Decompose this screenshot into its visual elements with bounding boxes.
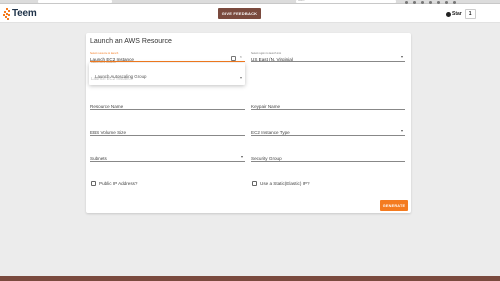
checkbox-icon[interactable] (91, 181, 96, 186)
github-star-label: Star (452, 11, 462, 17)
browser-search-box[interactable]: Search (296, 0, 396, 3)
generate-button[interactable]: GENERATE (380, 200, 408, 211)
resource-name-input[interactable]: Resource Name (90, 101, 245, 110)
static-ip-checkbox[interactable]: Use a Static(Elastic) IP? (252, 181, 310, 186)
logo-mark-icon (3, 7, 11, 20)
dropdown-option-autoscaling[interactable]: Launch Autoscaling Group (95, 74, 147, 79)
region-select[interactable]: Select region to launch into US East (N.… (251, 52, 405, 62)
github-star-widget: Star 1 (446, 9, 476, 19)
ec2-instance-type-select[interactable]: EC2 Instance Type (251, 127, 405, 136)
page-footer (0, 276, 500, 281)
page-title: Launch an AWS Resource (90, 38, 172, 45)
github-icon (446, 11, 451, 17)
resource-select-label: Select resource to launch (90, 52, 119, 55)
subnets-select[interactable]: Subnets (90, 153, 245, 162)
give-feedback-button[interactable]: GIVE FEEDBACK (218, 8, 261, 19)
app-header: Teem GIVE FEEDBACK Star 1 (0, 4, 500, 23)
url-bar[interactable] (38, 0, 112, 3)
resource-select[interactable]: Select resource to launch Launch EC2 Ins… (90, 52, 245, 64)
resource-dropdown-menu: Launch EC2 Instance Launch Autoscaling G… (89, 63, 245, 85)
chevron-down-icon (240, 77, 242, 79)
region-select-label: Select region to launch into (251, 52, 282, 55)
chevron-down-icon (401, 130, 403, 132)
github-star-count[interactable]: 1 (464, 9, 476, 19)
security-group-input[interactable]: Security Group (251, 153, 405, 162)
teem-logo[interactable]: Teem (3, 7, 37, 20)
chevron-down-icon (401, 56, 403, 58)
static-ip-label: Use a Static(Elastic) IP? (260, 181, 310, 186)
public-ip-checkbox[interactable]: Public IP Address? (91, 181, 137, 186)
chevron-down-icon (241, 156, 243, 158)
logo-text: Teem (12, 8, 37, 19)
clear-icon[interactable]: × (240, 54, 242, 59)
launch-form-card: Launch an AWS Resource Select resource t… (86, 33, 411, 213)
public-ip-label: Public IP Address? (99, 181, 138, 186)
github-star-button[interactable]: Star (446, 11, 462, 17)
keypair-name-input[interactable]: Keypair Name (251, 101, 405, 110)
checkbox-icon[interactable] (252, 181, 257, 186)
ebs-volume-size-input[interactable]: EBS Volume Size (90, 127, 245, 136)
